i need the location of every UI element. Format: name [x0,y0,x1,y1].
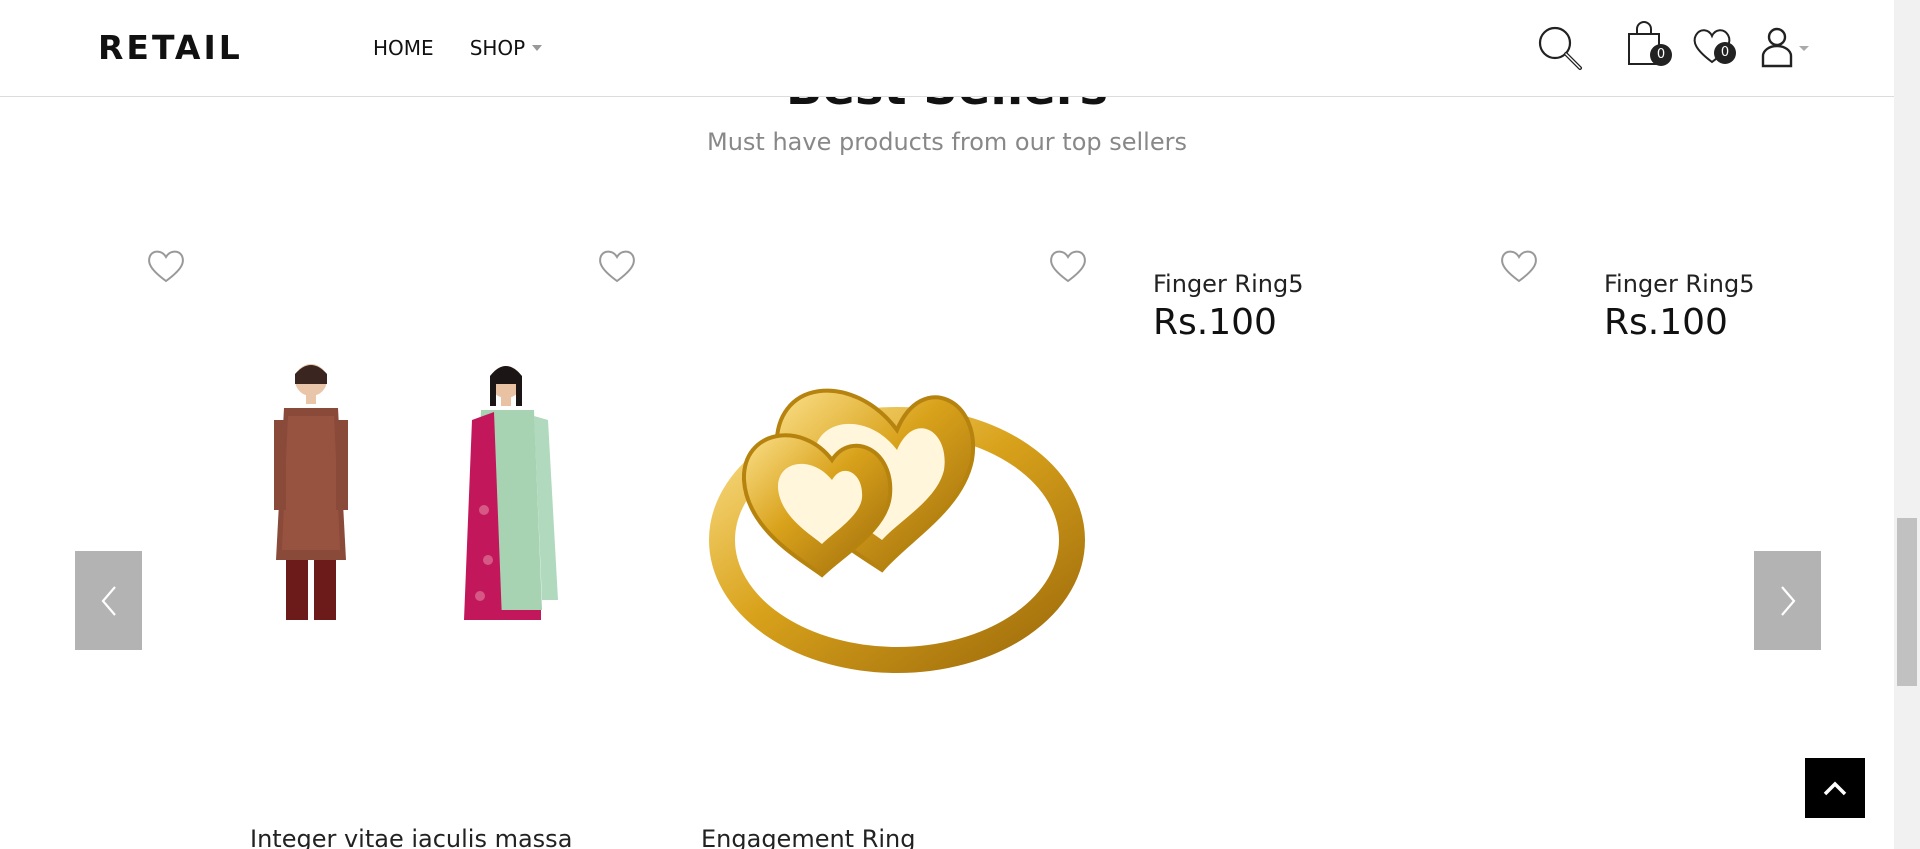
product-image-ring[interactable] [692,310,1102,710]
page-scrollbar[interactable] [1894,0,1920,849]
nav-shop-label: SHOP [469,36,526,60]
chevron-left-icon [101,585,116,616]
scrollbar-thumb[interactable] [1897,518,1917,686]
heart-icon[interactable] [1047,248,1089,288]
wishlist-icon[interactable]: 0 [1690,26,1736,70]
product-name[interactable]: Integer vitae iaculis massa [250,825,572,849]
cart-count-badge: 0 [1650,44,1672,66]
heart-icon[interactable] [1498,248,1540,288]
heart-icon[interactable] [145,248,187,288]
site-header: RETAIL HOME SHOP 0 0 [0,0,1894,97]
wishlist-count-badge: 0 [1714,42,1736,64]
chevron-right-icon [1780,585,1795,616]
carousel-next-button[interactable] [1754,551,1821,650]
site-logo[interactable]: RETAIL [98,28,243,67]
search-icon[interactable] [1536,24,1584,76]
heart-icon[interactable] [596,248,638,288]
product-image-dresses[interactable] [266,360,716,660]
section-subtitle: Must have products from our top sellers [707,128,1187,156]
nav-home[interactable]: HOME [373,36,434,60]
product-price: Rs.100 [1604,302,1728,343]
nav-shop[interactable]: SHOP [470,36,543,60]
nav-home-label: HOME [373,36,434,60]
product-name[interactable]: Finger Ring5 [1153,270,1304,298]
user-account-icon[interactable] [1760,26,1810,72]
product-name[interactable]: Finger Ring5 [1604,270,1755,298]
product-name[interactable]: Engagement Ring [701,825,916,849]
back-to-top-button[interactable] [1805,758,1865,818]
cart-icon[interactable]: 0 [1626,20,1672,72]
product-price: Rs.100 [1153,302,1277,343]
main-nav: HOME SHOP [373,36,578,60]
chevron-down-icon [532,45,543,51]
chevron-up-icon [1823,781,1847,796]
